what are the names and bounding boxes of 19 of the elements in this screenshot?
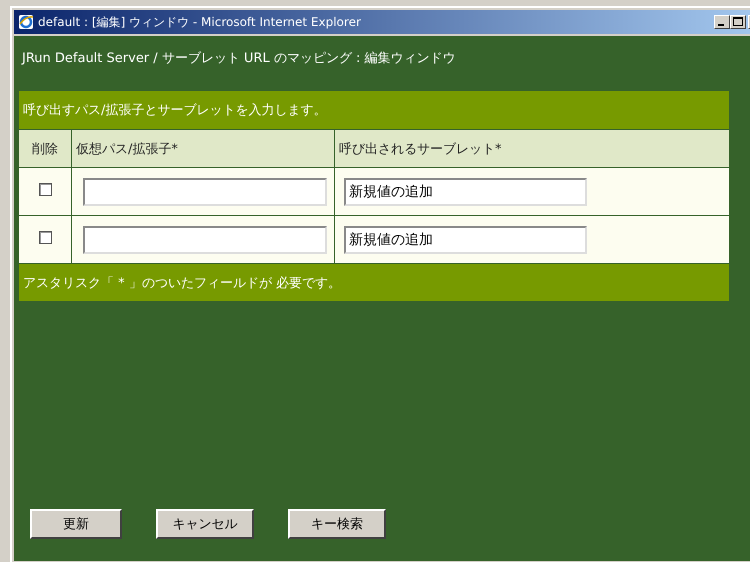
servlet-field[interactable]: 新規値の追加 [344, 178, 587, 206]
form-button[interactable]: キー検索 [288, 509, 386, 539]
page-heading: JRun Default Server / サーブレット URL のマッピング : 編集ウィンドウ [20, 50, 457, 68]
maximize-icon[interactable] [730, 15, 746, 29]
path-field[interactable] [83, 178, 327, 206]
path-field[interactable] [83, 226, 327, 254]
required-note: アスタリスク「 * 」のついたフィールドが 必要です。 [23, 276, 341, 290]
column-header: 仮想パス/拡張子* [76, 142, 178, 156]
servlet-field[interactable]: 新規値の追加 [344, 226, 587, 254]
minimize-icon[interactable] [714, 15, 730, 29]
delete-checkbox[interactable] [38, 231, 52, 244]
form-button[interactable]: キャンセル [156, 509, 254, 539]
form-button[interactable]: 更新 [30, 509, 122, 539]
browser-icon [18, 14, 34, 30]
window-title: default : [編集] ウィンドウ - Microsoft Internet Explorer [38, 14, 362, 30]
column-header: 呼び出されるサーブレット* [339, 142, 502, 156]
delete-checkbox[interactable] [38, 183, 52, 196]
instruction-text: 呼び出すパス/拡張子とサーブレットを入力します。 [23, 103, 326, 118]
column-header: 削除 [32, 142, 58, 156]
